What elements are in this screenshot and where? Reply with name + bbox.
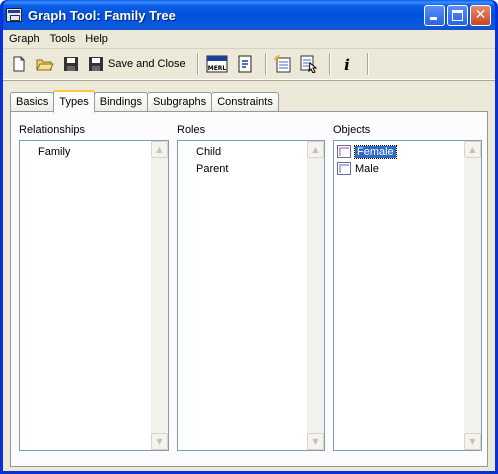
minimize-icon (430, 16, 437, 20)
merl-icon: MERL (206, 55, 228, 73)
window-client: Graph Tools Help Save and Close MERL i B… (3, 30, 495, 471)
window-title: Graph Tool: Family Tree (28, 7, 176, 23)
objects-label: Objects (333, 124, 371, 136)
save-and-close-label: Save and Close (108, 58, 186, 70)
maximize-icon (452, 9, 463, 21)
close-icon: ✕ (474, 6, 487, 23)
save-and-close-button[interactable]: Save and Close (86, 53, 188, 75)
objects-items: Female Male (334, 141, 464, 450)
scroll-up-icon[interactable]: ▲ (151, 141, 168, 158)
scroll-down-icon[interactable]: ▼ (307, 433, 324, 450)
info-button[interactable]: i (336, 53, 358, 75)
relationships-list[interactable]: Family ▲ ▼ (19, 140, 169, 451)
roles-label: Roles (177, 124, 206, 136)
roles-items: Child Parent (178, 141, 307, 450)
list-item[interactable]: Family (22, 143, 149, 160)
select-item-button[interactable] (298, 53, 320, 75)
document-icon (238, 55, 252, 73)
info-icon: i (344, 56, 350, 72)
toolbar-separator (264, 53, 267, 75)
list-item[interactable]: Child (180, 143, 305, 160)
tab-strip: Basics Types Bindings Subgraphs Constrai… (10, 88, 279, 113)
list-item-label: Family (38, 145, 71, 158)
list-select-icon (300, 55, 318, 73)
objects-scrollbar[interactable]: ▲ ▼ (464, 141, 481, 450)
close-button[interactable]: ✕ (470, 4, 491, 26)
app-window: Graph Tool: Family Tree ✕ Graph Tools He… (0, 0, 498, 474)
list-item-label: Male (355, 162, 379, 175)
new-item-button[interactable] (272, 53, 294, 75)
toolbar: Save and Close MERL i (3, 49, 495, 80)
list-item-label: Parent (196, 162, 229, 175)
list-item[interactable]: Parent (180, 160, 305, 177)
save-button[interactable] (60, 53, 82, 75)
tab-constraints[interactable]: Constraints (211, 92, 279, 112)
app-icon (6, 8, 22, 22)
relationships-scrollbar[interactable]: ▲ ▼ (151, 141, 168, 450)
scroll-up-icon[interactable]: ▲ (307, 141, 324, 158)
save-icon (89, 57, 103, 71)
list-item-label: Child (196, 145, 222, 158)
title-bar[interactable]: Graph Tool: Family Tree ✕ (3, 0, 495, 30)
minimize-button[interactable] (424, 4, 445, 26)
save-icon (64, 57, 78, 71)
new-file-icon (13, 56, 25, 72)
tab-bindings[interactable]: Bindings (93, 92, 148, 112)
list-item[interactable]: Female (336, 143, 462, 160)
open-folder-icon (36, 59, 54, 71)
list-item[interactable]: Male (336, 160, 462, 177)
roles-scrollbar[interactable]: ▲ ▼ (307, 141, 324, 450)
object-type-icon (337, 145, 351, 158)
list-item-label: Female (354, 144, 397, 159)
scroll-up-icon[interactable]: ▲ (464, 141, 481, 158)
new-button[interactable] (8, 53, 30, 75)
objects-list[interactable]: Female Male ▲ ▼ (333, 140, 482, 451)
generator-button[interactable] (234, 53, 256, 75)
menu-bar: Graph Tools Help (3, 30, 495, 49)
menu-graph[interactable]: Graph (5, 33, 46, 45)
tab-types[interactable]: Types (53, 90, 95, 113)
merl-button[interactable]: MERL (204, 53, 230, 75)
scroll-down-icon[interactable]: ▼ (464, 433, 481, 450)
list-new-icon (273, 55, 291, 73)
menu-help[interactable]: Help (81, 33, 114, 45)
open-button[interactable] (34, 53, 56, 75)
roles-list[interactable]: Child Parent ▲ ▼ (177, 140, 325, 451)
tab-basics[interactable]: Basics (10, 92, 55, 112)
menu-tools[interactable]: Tools (46, 33, 82, 45)
relationships-label: Relationships (19, 124, 86, 136)
tab-subgraphs[interactable]: Subgraphs (146, 92, 213, 112)
scroll-down-icon[interactable]: ▼ (151, 433, 168, 450)
maximize-button[interactable] (447, 4, 468, 26)
info-icon-text: i (344, 56, 350, 72)
merl-icon-text: MERL (207, 65, 226, 72)
relationships-items: Family (20, 141, 151, 450)
toolbar-separator (328, 53, 331, 75)
toolbar-separator (366, 53, 369, 75)
object-type-icon (337, 162, 351, 175)
types-panel: Relationships Family ▲ ▼ Roles Child Par… (10, 111, 488, 467)
toolbar-separator (196, 53, 199, 75)
